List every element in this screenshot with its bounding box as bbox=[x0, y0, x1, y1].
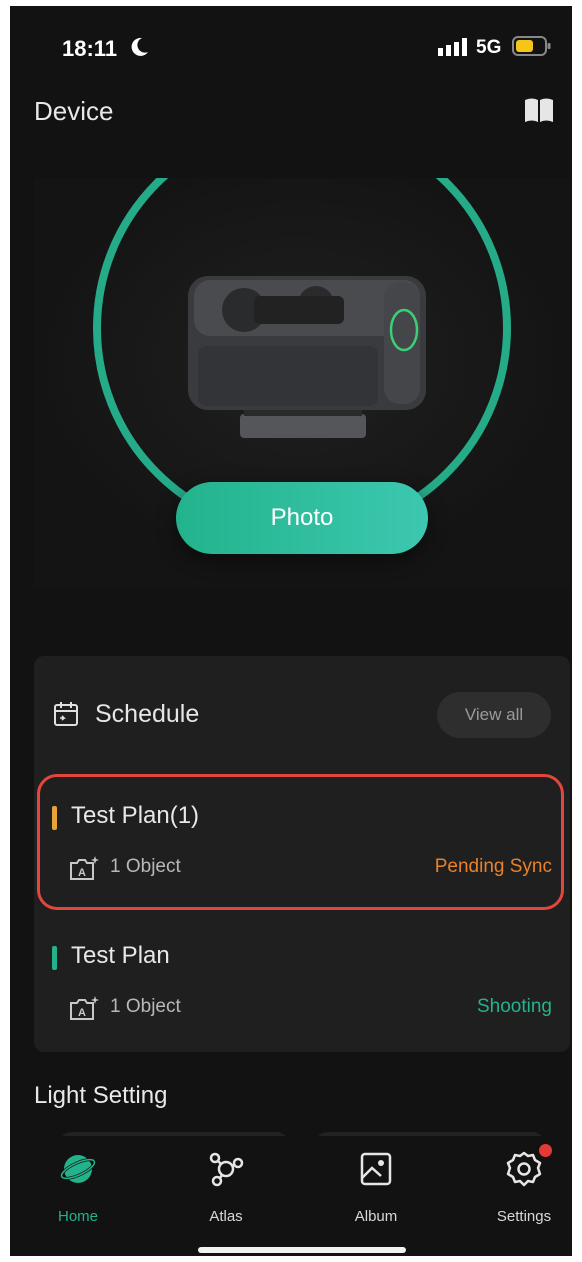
tab-home[interactable]: Home bbox=[23, 1150, 133, 1230]
status-bar: 18:11 5G bbox=[10, 6, 572, 86]
object-count: 1 Object bbox=[110, 856, 181, 877]
object-icon: A bbox=[70, 856, 99, 880]
tab-label: Album bbox=[354, 1208, 398, 1225]
planet-icon bbox=[59, 1155, 97, 1183]
tab-album[interactable]: Album bbox=[321, 1150, 431, 1230]
battery-icon bbox=[512, 36, 551, 56]
notification-dot bbox=[539, 1144, 552, 1157]
status-time: 18:11 bbox=[62, 36, 118, 61]
image-icon bbox=[360, 1152, 392, 1186]
plan-accent-bar bbox=[52, 806, 57, 830]
object-count: 1 Object bbox=[110, 996, 181, 1017]
svg-text:A: A bbox=[78, 1007, 86, 1019]
network-label: 5G bbox=[476, 37, 502, 58]
page-title: Device bbox=[34, 96, 114, 126]
plan-accent-bar bbox=[52, 946, 57, 970]
status-badge: Shooting bbox=[476, 996, 552, 1017]
tab-label: Home bbox=[57, 1208, 98, 1225]
tab-settings[interactable]: Settings bbox=[469, 1144, 572, 1230]
view-all-button[interactable]: View all bbox=[437, 692, 551, 738]
schedule-title: Schedule bbox=[95, 700, 200, 728]
tab-label: Settings bbox=[496, 1208, 552, 1225]
status-badge: Pending Sync bbox=[434, 856, 552, 877]
home-indicator[interactable] bbox=[198, 1247, 406, 1253]
plan-name: Test Plan bbox=[71, 942, 170, 969]
tab-bar: Home Atlas Album Settings bbox=[10, 1136, 572, 1256]
photo-button[interactable]: Photo bbox=[176, 482, 428, 554]
svg-text:A: A bbox=[78, 867, 86, 879]
moon-icon bbox=[131, 37, 148, 56]
schedule-card: Schedule View all Test Plan(1) A 1 Objec… bbox=[34, 656, 570, 1052]
gear-icon bbox=[506, 1151, 542, 1187]
tab-label: Atlas bbox=[209, 1208, 243, 1225]
plan-name: Test Plan(1) bbox=[71, 802, 200, 829]
device-preview: Photo bbox=[34, 178, 570, 588]
object-icon: A bbox=[70, 996, 99, 1020]
phone-screen: 18:11 5G Device Photo Schedule View all … bbox=[10, 6, 572, 1256]
plan-item-test-plan-1[interactable]: Test Plan(1) A 1 Object Pending Sync bbox=[34, 792, 570, 912]
plan-item-test-plan[interactable]: Test Plan A 1 Object Shooting bbox=[34, 932, 570, 1052]
calendar-icon bbox=[54, 702, 78, 726]
camera-device-image bbox=[188, 276, 426, 438]
network-icon bbox=[209, 1152, 244, 1187]
light-setting-title: Light Setting bbox=[34, 1082, 168, 1109]
book-icon[interactable] bbox=[523, 97, 555, 125]
signal-icon bbox=[438, 38, 467, 56]
tab-atlas[interactable]: Atlas bbox=[171, 1150, 281, 1230]
